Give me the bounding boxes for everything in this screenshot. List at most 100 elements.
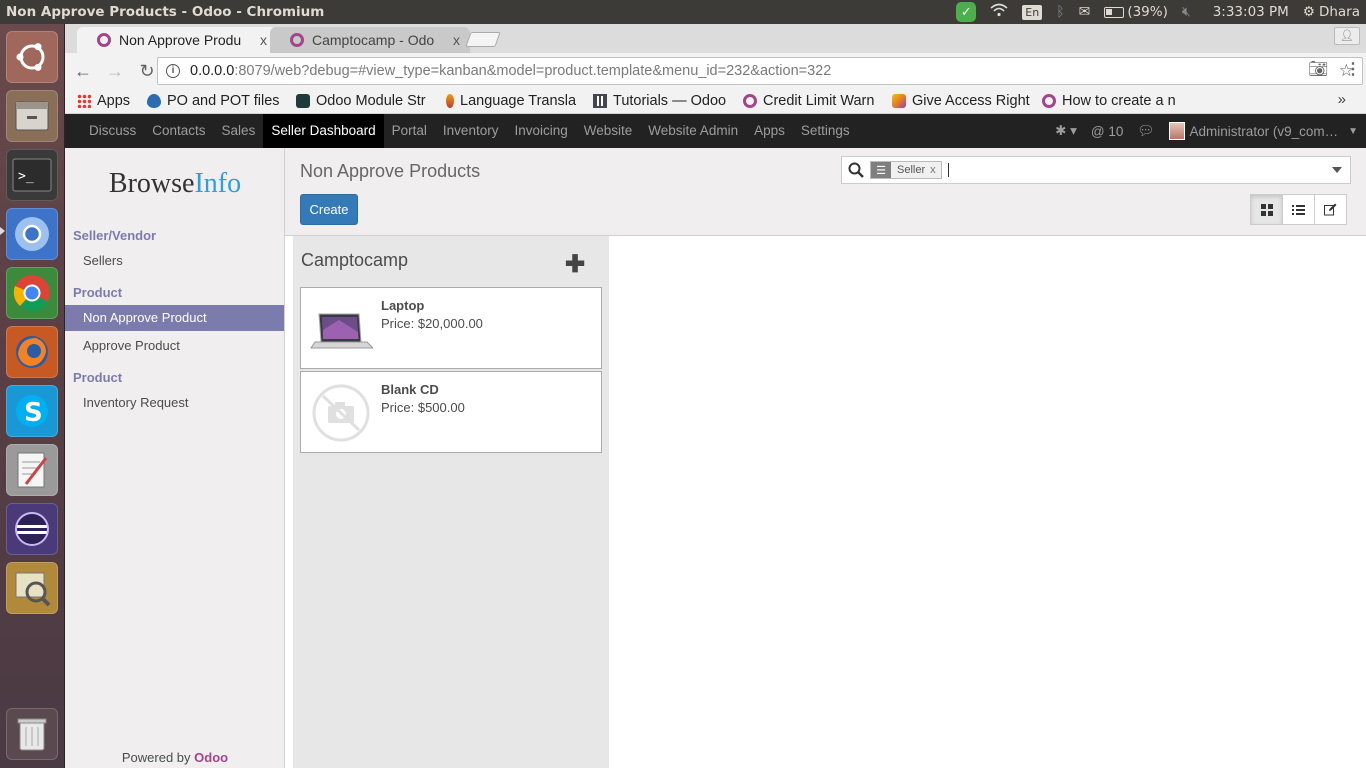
tutorials-icon — [593, 94, 607, 108]
session-menu[interactable]: ⚙ Dhara — [1303, 4, 1360, 20]
back-arrow-icon[interactable]: ← — [69, 57, 97, 85]
kanban-card[interactable]: Laptop Price: $20,000.00 — [300, 287, 602, 369]
kanban-view-icon[interactable] — [1250, 194, 1283, 225]
tab-close-icon[interactable]: x — [260, 32, 267, 48]
camera-icon[interactable]: 📷︎ — [1308, 59, 1328, 79]
logo-text: Browse — [108, 168, 195, 199]
facet-remove-icon[interactable]: x — [930, 164, 936, 176]
sidebar-item-inventory-request[interactable]: Inventory Request — [65, 390, 284, 416]
sidebar-section-seller: Seller/Vendor — [73, 228, 157, 243]
odoo-favicon-icon — [97, 33, 111, 47]
odoo-link[interactable]: Odoo — [194, 750, 228, 765]
trash-icon[interactable] — [6, 708, 58, 760]
debug-bug-icon[interactable]: ✱ ▾ — [1055, 123, 1077, 139]
kanban-view: Camptocamp ✚ Laptop Price: $20,000.00 Bl… — [285, 236, 1366, 768]
text-editor-icon[interactable] — [6, 444, 58, 496]
menu-website[interactable]: Website — [576, 114, 641, 148]
chrome-icon[interactable] — [6, 267, 58, 319]
bookmarks-overflow-icon[interactable]: » — [1338, 91, 1346, 108]
keyboard-layout-indicator[interactable]: En — [1022, 4, 1043, 20]
update-check-icon[interactable]: ✓ — [956, 2, 977, 22]
menu-inventory[interactable]: Inventory — [435, 114, 507, 148]
skype-icon[interactable]: S — [6, 385, 58, 437]
tab-title: Camptocamp - Odo — [312, 32, 435, 48]
user-menu[interactable]: Administrator (v9_com… ▼ — [1168, 122, 1358, 140]
caret-down-icon: ▼ — [1348, 125, 1358, 137]
user-name: Administrator (v9_com… — [1189, 123, 1339, 139]
browser-tab-strip: Non Approve Produ x Camptocamp - Odo x 👤… — [65, 24, 1366, 53]
firefox-icon[interactable] — [6, 326, 58, 378]
menu-website-admin[interactable]: Website Admin — [640, 114, 746, 148]
profile-icon[interactable]: 👤︎ — [1334, 27, 1360, 45]
bookmark-po-files[interactable]: PO and POT files — [147, 93, 284, 109]
access-icon — [892, 94, 906, 108]
bookmark-credit-limit[interactable]: Credit Limit Warn — [743, 93, 880, 109]
bookmark-apps[interactable]: Apps — [77, 93, 135, 109]
laptop-image — [310, 313, 373, 349]
forward-arrow-icon[interactable]: → — [101, 57, 129, 85]
kanban-card[interactable]: Blank CD Price: $500.00 — [300, 371, 602, 453]
product-name: Blank CD — [381, 382, 439, 397]
sidebar-item-non-approve-product[interactable]: Non Approve Product — [65, 305, 284, 331]
control-panel: Non Approve Products Create ☰ Seller x — [285, 148, 1366, 236]
volume-muted-icon[interactable]: 🔇︎ — [1182, 4, 1191, 20]
company-logo[interactable]: BrowseInfo — [65, 168, 285, 200]
powered-by-text: Powered by — [121, 750, 191, 765]
no-image-placeholder-icon — [312, 384, 370, 442]
files-icon[interactable] — [6, 90, 58, 142]
menu-invoicing[interactable]: Invoicing — [506, 114, 575, 148]
ubuntu-dash-icon[interactable] — [6, 31, 58, 83]
eclipse-icon[interactable] — [6, 503, 58, 555]
form-view-edit-icon[interactable] — [1314, 194, 1347, 225]
mentions-counter[interactable]: @ 10 — [1091, 124, 1123, 139]
sidebar-item-sellers[interactable]: Sellers — [65, 248, 284, 274]
sidebar-item-approve-product[interactable]: Approve Product — [65, 333, 284, 359]
battery-indicator[interactable]: (39%) — [1104, 4, 1168, 20]
list-view-icon[interactable] — [1282, 194, 1315, 225]
search-facet: ☰ Seller x — [870, 161, 942, 179]
image-viewer-icon[interactable] — [6, 562, 58, 614]
site-info-icon[interactable]: i — [166, 64, 180, 78]
chromium-icon[interactable] — [6, 208, 58, 260]
clock[interactable]: 3:33:03 PM — [1213, 4, 1289, 20]
search-options-toggle-icon[interactable] — [1332, 167, 1342, 173]
tab-close-icon[interactable]: x — [453, 32, 460, 48]
os-top-panel: Non Approve Products - Odoo - Chromium ✓… — [0, 0, 1366, 24]
mail-icon[interactable]: ✉ — [1079, 4, 1091, 20]
create-button[interactable]: Create — [300, 194, 358, 225]
browser-tab[interactable]: Camptocamp - Odo x — [270, 27, 470, 53]
kanban-column-title[interactable]: Camptocamp — [301, 250, 408, 271]
wifi-icon[interactable] — [990, 3, 1008, 21]
bookmark-odoo-module[interactable]: Odoo Module Str — [296, 93, 434, 109]
menu-seller-dashboard[interactable]: Seller Dashboard — [263, 114, 384, 148]
drupal-icon — [147, 94, 161, 108]
bookmark-tutorials[interactable]: Tutorials — Odoo — [593, 93, 731, 109]
menu-sales[interactable]: Sales — [214, 114, 264, 148]
menu-portal[interactable]: Portal — [384, 114, 435, 148]
product-price: Price: $500.00 — [381, 400, 465, 415]
menu-apps[interactable]: Apps — [746, 114, 793, 148]
unity-launcher: >_ S — [0, 24, 65, 768]
bluetooth-icon[interactable]: ᛒ — [1056, 4, 1064, 20]
filter-list-icon: ☰ — [871, 162, 891, 178]
bookmarks-bar: Apps PO and POT files Odoo Module Str La… — [65, 89, 1366, 114]
search-input[interactable]: ☰ Seller x — [841, 156, 1351, 184]
new-tab-button[interactable] — [465, 32, 501, 47]
menu-discuss[interactable]: Discuss — [81, 114, 144, 148]
terminal-icon[interactable]: >_ — [6, 149, 58, 201]
url-host: 0.0.0.0 — [190, 63, 235, 79]
menu-settings[interactable]: Settings — [793, 114, 858, 148]
bookmark-language[interactable]: Language Transla — [446, 93, 581, 109]
chat-bubbles-icon[interactable]: 💬︎ — [1137, 123, 1154, 139]
browser-menu-icon[interactable]: ⋮ — [1345, 59, 1361, 79]
address-bar[interactable]: i 0.0.0.0:8079/web?debug=#view_type=kanb… — [157, 57, 1363, 85]
odoo-circle-icon — [1042, 94, 1056, 108]
quick-create-plus-icon[interactable]: ✚ — [565, 250, 585, 279]
bookmark-give-access[interactable]: Give Access Right — [892, 93, 1030, 109]
odoo-sidebar: BrowseInfo Seller/Vendor Sellers Product… — [65, 148, 285, 768]
odoo-favicon-icon — [290, 33, 304, 47]
battery-percent: (39%) — [1127, 4, 1168, 20]
bookmark-how-to-create[interactable]: How to create a n — [1042, 93, 1180, 109]
browser-tab-active[interactable]: Non Approve Produ x — [77, 27, 277, 53]
menu-contacts[interactable]: Contacts — [144, 114, 213, 148]
